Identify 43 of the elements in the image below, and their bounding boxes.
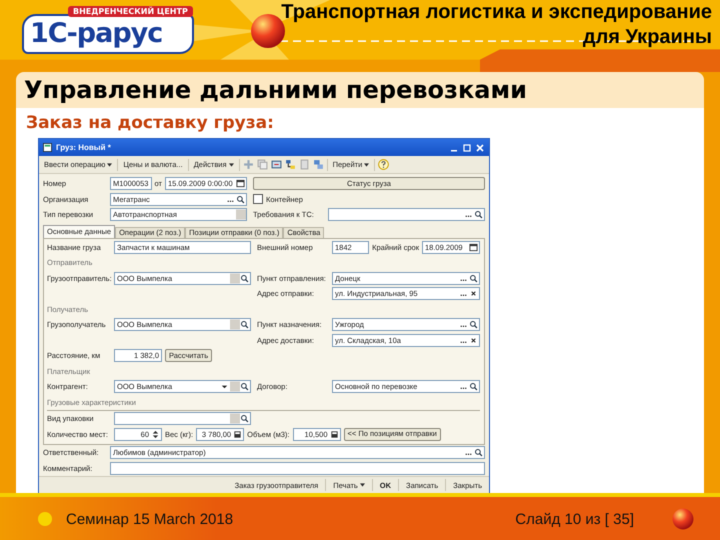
search-icon[interactable]	[469, 274, 478, 283]
slide-number: Слайд 10 из [ 35]	[515, 510, 634, 528]
input-field[interactable]	[328, 208, 485, 222]
clear-icon[interactable]	[469, 336, 478, 345]
structure-icon[interactable]	[312, 159, 324, 170]
caret-icon	[107, 162, 112, 166]
caret-icon	[228, 162, 234, 166]
close-icon[interactable]	[475, 142, 485, 152]
logo-badge: ВНЕДРЕНЧЕСКИЙ ЦЕНТР	[68, 6, 193, 17]
hierarchy-icon[interactable]	[284, 159, 296, 170]
input-field[interactable]	[110, 462, 485, 475]
search-icon[interactable]	[240, 320, 249, 330]
select-button-icon[interactable]	[236, 209, 246, 220]
caret-icon	[364, 162, 370, 166]
search-icon[interactable]	[474, 210, 483, 220]
clear-icon[interactable]	[469, 289, 478, 298]
maximize-icon[interactable]	[462, 142, 472, 152]
search-icon[interactable]	[240, 274, 249, 283]
search-icon[interactable]	[469, 320, 478, 330]
search-icon[interactable]	[240, 382, 249, 392]
input-field[interactable]	[114, 412, 251, 426]
header-title: Транспортная логистика и экспедирование	[281, 0, 712, 25]
calendar-icon[interactable]	[469, 242, 478, 252]
search-icon[interactable]	[236, 194, 245, 204]
help-icon[interactable]	[378, 159, 390, 170]
search-icon[interactable]	[240, 414, 249, 424]
slide-title: Управление дальними перевозками	[24, 76, 527, 104]
caret-icon	[360, 483, 365, 487]
calendar-icon[interactable]	[236, 179, 245, 188]
slide-subtitle: Заказ на доставку груза:	[26, 112, 275, 135]
logo-name: 1С-рарус	[30, 19, 162, 49]
bullet-icon	[38, 512, 52, 526]
window-title: Груз: Новый *	[56, 143, 111, 152]
seminar-label: Семинар 15 March 2018	[66, 510, 234, 528]
search-icon[interactable]	[469, 382, 478, 392]
spin-icon[interactable]	[151, 430, 160, 439]
search-icon[interactable]	[474, 448, 483, 458]
calculator-icon[interactable]	[233, 430, 242, 439]
sphere-drawing	[672, 508, 694, 530]
checkbox-box[interactable]	[253, 194, 263, 204]
calculator-icon[interactable]	[330, 430, 338, 439]
header-title: для Украины	[582, 25, 712, 50]
document-icon	[43, 143, 52, 152]
